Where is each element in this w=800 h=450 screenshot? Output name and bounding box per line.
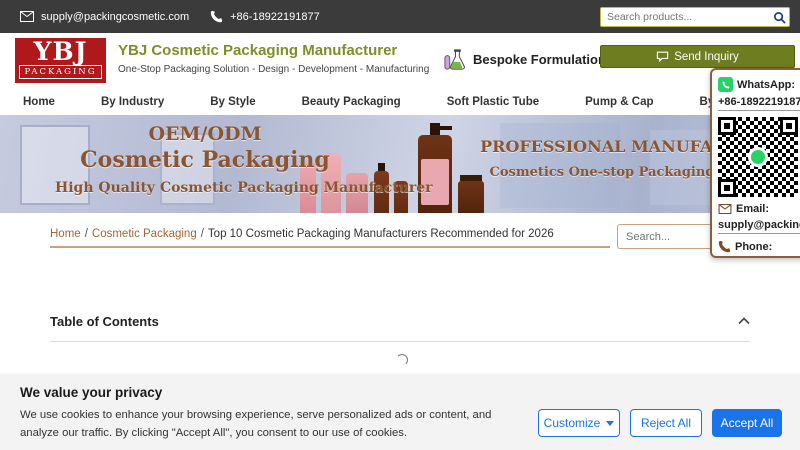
phone-row: Phone: [718,240,800,253]
phone-icon [210,10,223,23]
qr-whatsapp-logo [748,147,768,167]
bespoke-formulation-link[interactable]: Bespoke Formulation [443,47,606,72]
contact-popup: WhatsApp: +86-18922191877 Email: supply@… [710,68,800,258]
bespoke-formulation-label: Bespoke Formulation [473,52,606,67]
logo[interactable]: YBJ PACKAGING [15,38,106,83]
email-label: Email: [736,203,769,215]
whatsapp-qr-code [718,117,798,197]
brand-block: YBJ Cosmetic Packaging Manufacturer One-… [118,42,429,75]
top-bar: supply@packingcosmetic.com +86-189221918… [0,0,800,33]
phone-label: Phone: [735,241,772,253]
product-jar-image [458,181,484,213]
product-search-box [600,7,790,27]
site-tagline: One-Stop Packaging Solution - Design - D… [118,64,429,75]
caret-down-icon [606,421,614,426]
topbar-email[interactable]: supply@packingcosmetic.com [41,11,189,23]
whatsapp-row: WhatsApp: [718,77,800,92]
banner-left-text: OEM/ODM Cosmetic Packaging High Quality … [55,123,355,196]
breadcrumb-category[interactable]: Cosmetic Packaging [92,228,197,240]
email-icon [20,11,34,22]
send-inquiry-button[interactable]: Send Inquiry [600,45,795,68]
email-icon [718,204,732,214]
search-submit-button[interactable] [769,11,789,24]
chevron-up-icon [738,317,750,325]
accept-all-label: Accept All [721,416,774,430]
reject-all-label: Reject All [641,416,691,430]
toc-header: Table of Contents [50,310,750,332]
product-search-input[interactable] [601,11,769,23]
breadcrumb-separator: / [201,228,204,240]
breadcrumb-current: Top 10 Cosmetic Packaging Manufacturers … [208,228,554,240]
qr-finder [718,179,736,197]
reject-all-button[interactable]: Reject All [630,409,702,437]
banner-oem-odm: OEM/ODM [55,123,355,145]
qr-finder [718,117,736,135]
nav-item-home[interactable]: Home [0,96,78,108]
collapse-toggle[interactable] [738,312,750,330]
accept-all-button[interactable]: Accept All [712,409,782,437]
cookie-title: We value your privacy [20,385,162,400]
send-inquiry-label: Send Inquiry [674,51,739,63]
hero-banner[interactable]: OEM/ODM Cosmetic Packaging High Quality … [0,115,800,213]
page: supply@packingcosmetic.com +86-189221918… [0,0,800,450]
table-of-contents: Table of Contents [50,310,750,342]
nav-item-by-industry[interactable]: By Industry [78,96,187,108]
nav-item-beauty-packaging[interactable]: Beauty Packaging [279,96,424,108]
customize-label: Customize [544,416,601,430]
site-header: YBJ PACKAGING YBJ Cosmetic Packaging Man… [0,33,800,88]
whatsapp-icon [718,77,733,92]
banner-cosmetic-packaging: Cosmetic Packaging [55,147,355,173]
email-row: Email: [718,203,800,215]
search-icon [773,11,786,24]
logo-subtext: PACKAGING [19,65,102,79]
toc-divider [50,341,750,342]
customize-button[interactable]: Customize [538,409,620,437]
cookie-consent-banner: We value your privacy We use cookies to … [0,375,800,450]
phone-value[interactable]: +86-18922191877 [718,257,800,258]
product-pump-bottle-image [418,135,452,213]
nav-item-by-style[interactable]: By Style [187,96,278,108]
toc-title: Table of Contents [50,314,159,329]
chat-bubble-icon [656,51,669,62]
banner-high-quality: High Quality Cosmetic Packaging Manufact… [55,180,355,196]
breadcrumb: Home / Cosmetic Packaging / Top 10 Cosme… [50,222,610,248]
breadcrumb-separator: / [85,228,88,240]
nav-item-soft-plastic-tube[interactable]: Soft Plastic Tube [424,96,562,108]
loading-spinner [396,354,408,366]
qr-finder [780,117,798,135]
lab-flask-icon [443,47,468,72]
email-value[interactable]: supply@packingcosmetic.com [718,219,800,234]
logo-text: YBJ [15,38,106,65]
cookie-message: We use cookies to enhance your browsing … [20,407,525,442]
nav-item-pump-cap[interactable]: Pump & Cap [562,96,676,108]
site-title: YBJ Cosmetic Packaging Manufacturer [118,42,429,59]
whatsapp-label: WhatsApp: [737,79,795,91]
breadcrumb-home[interactable]: Home [50,228,81,240]
topbar-contact: supply@packingcosmetic.com +86-189221918… [0,10,320,23]
main-nav: Home By Industry By Style Beauty Packagi… [0,88,800,115]
phone-icon [718,240,731,253]
topbar-phone[interactable]: +86-18922191877 [230,11,320,23]
whatsapp-number[interactable]: +86-18922191877 [718,96,800,111]
